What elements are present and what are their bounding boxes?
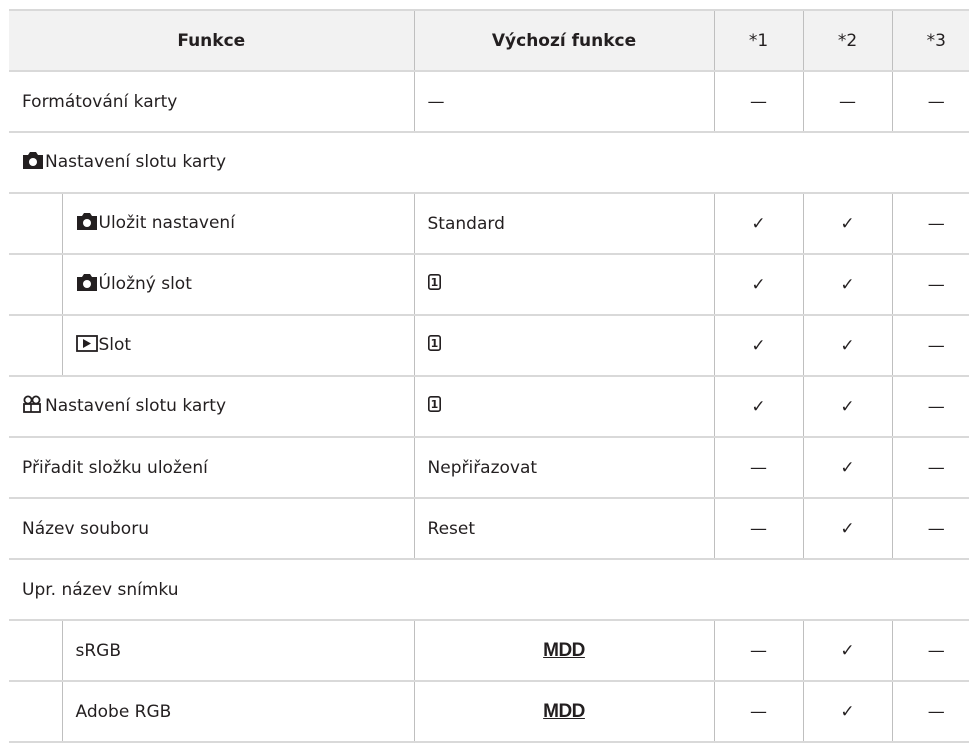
row-col1: ✓: [713, 254, 804, 316]
row-col2: ✓: [802, 254, 893, 316]
row-col3: —: [891, 193, 969, 255]
row-default: —: [413, 71, 715, 133]
row-label-cell: Úložný slot: [62, 254, 415, 316]
row-default-cell: 1: [413, 376, 715, 438]
row-label: Slot: [98, 334, 132, 355]
camera-icon: [22, 151, 44, 174]
slot-1-icon: 1: [427, 335, 441, 355]
row-col1: ✓: [713, 193, 804, 255]
row-col1: ✓: [713, 376, 804, 438]
row-col2: ✓: [802, 376, 893, 438]
indent-cell: [9, 315, 63, 377]
row-section-label: Upr. název snímku: [9, 559, 969, 621]
settings-table: Funkce Výchozí funkce *1 *2 *3 Formátová…: [9, 9, 969, 743]
row-col3: —: [891, 315, 969, 377]
row-col1: ✓: [713, 315, 804, 377]
playback-icon: [75, 334, 98, 357]
row-col3: —: [891, 498, 969, 560]
row-col2: ✓: [802, 681, 893, 743]
slot-number: 1: [430, 276, 438, 289]
table-row: Formátování karty — — — —: [9, 71, 969, 133]
row-default-cell: MDD: [413, 681, 715, 743]
row-default: Nepřiřazovat: [413, 437, 715, 499]
table-row: Úložný slot 1 ✓ ✓ —: [9, 254, 969, 316]
mdd-mark: MDD: [543, 639, 585, 661]
table-row: Nastavení slotu karty 1 ✓ ✓ —: [9, 376, 969, 438]
row-section: Nastavení slotu karty: [9, 132, 969, 194]
table-row: sRGB MDD — ✓ —: [9, 620, 969, 682]
indent-cell: [9, 681, 63, 743]
table-row: Název souboru Reset — ✓ —: [9, 498, 969, 560]
row-label-cell: Nastavení slotu karty: [9, 376, 415, 438]
slot-number: 1: [430, 337, 438, 350]
camera-icon: [76, 212, 98, 235]
row-col1: —: [713, 437, 804, 499]
indent-cell: [9, 193, 63, 255]
indent-cell: [9, 254, 63, 316]
table-row: Přiřadit složku uložení Nepřiřazovat — ✓…: [9, 437, 969, 499]
table-row: Slot 1 ✓ ✓ —: [9, 315, 969, 377]
table-row: Upr. název snímku: [9, 559, 969, 621]
slot-number: 1: [430, 398, 438, 411]
row-label: Přiřadit složku uložení: [9, 437, 415, 499]
row-col2: —: [802, 71, 893, 133]
row-col3: —: [891, 71, 969, 133]
table-row: Uložit nastavení Standard ✓ ✓ —: [9, 193, 969, 255]
movie-icon: [22, 395, 44, 418]
table-row: Nastavení slotu karty: [9, 132, 969, 194]
row-default: Reset: [413, 498, 715, 560]
row-label-cell: Uložit nastavení: [62, 193, 415, 255]
row-default: Standard: [413, 193, 715, 255]
row-label: Nastavení slotu karty: [45, 151, 226, 172]
row-label: sRGB: [62, 620, 415, 682]
table-header-row: Funkce Výchozí funkce *1 *2 *3: [9, 9, 969, 72]
row-col2: ✓: [802, 437, 893, 499]
row-col3: —: [891, 376, 969, 438]
row-col3: —: [891, 620, 969, 682]
indent-cell: [9, 620, 63, 682]
row-default-cell: 1: [413, 315, 715, 377]
slot-1-icon: 1: [427, 274, 441, 294]
header-function: Funkce: [9, 9, 415, 72]
header-col3: *3: [891, 9, 969, 72]
header-default: Výchozí funkce: [413, 9, 715, 72]
row-col2: ✓: [802, 498, 893, 560]
row-col2: ✓: [802, 315, 893, 377]
row-col3: —: [891, 437, 969, 499]
slot-1-icon: 1: [427, 396, 441, 416]
camera-icon: [76, 273, 98, 296]
row-col3: —: [891, 681, 969, 743]
row-col2: ✓: [802, 193, 893, 255]
row-label: Formátování karty: [9, 71, 415, 133]
table-row: Adobe RGB MDD — ✓ —: [9, 681, 969, 743]
row-label: Úložný slot: [98, 273, 192, 294]
row-label-cell: Slot: [62, 315, 415, 377]
row-default-cell: MDD: [413, 620, 715, 682]
header-col2: *2: [802, 9, 893, 72]
mdd-mark: MDD: [543, 700, 585, 722]
row-col3: —: [891, 254, 969, 316]
row-col1: —: [713, 681, 804, 743]
row-label: Nastavení slotu karty: [45, 396, 226, 416]
row-col1: —: [713, 71, 804, 133]
row-col1: —: [713, 620, 804, 682]
header-col1: *1: [713, 9, 804, 72]
row-col2: ✓: [802, 620, 893, 682]
row-col1: —: [713, 498, 804, 560]
row-default-cell: 1: [413, 254, 715, 316]
row-label: Uložit nastavení: [98, 212, 235, 233]
row-label: Název souboru: [9, 498, 415, 560]
row-label: Adobe RGB: [62, 681, 415, 743]
